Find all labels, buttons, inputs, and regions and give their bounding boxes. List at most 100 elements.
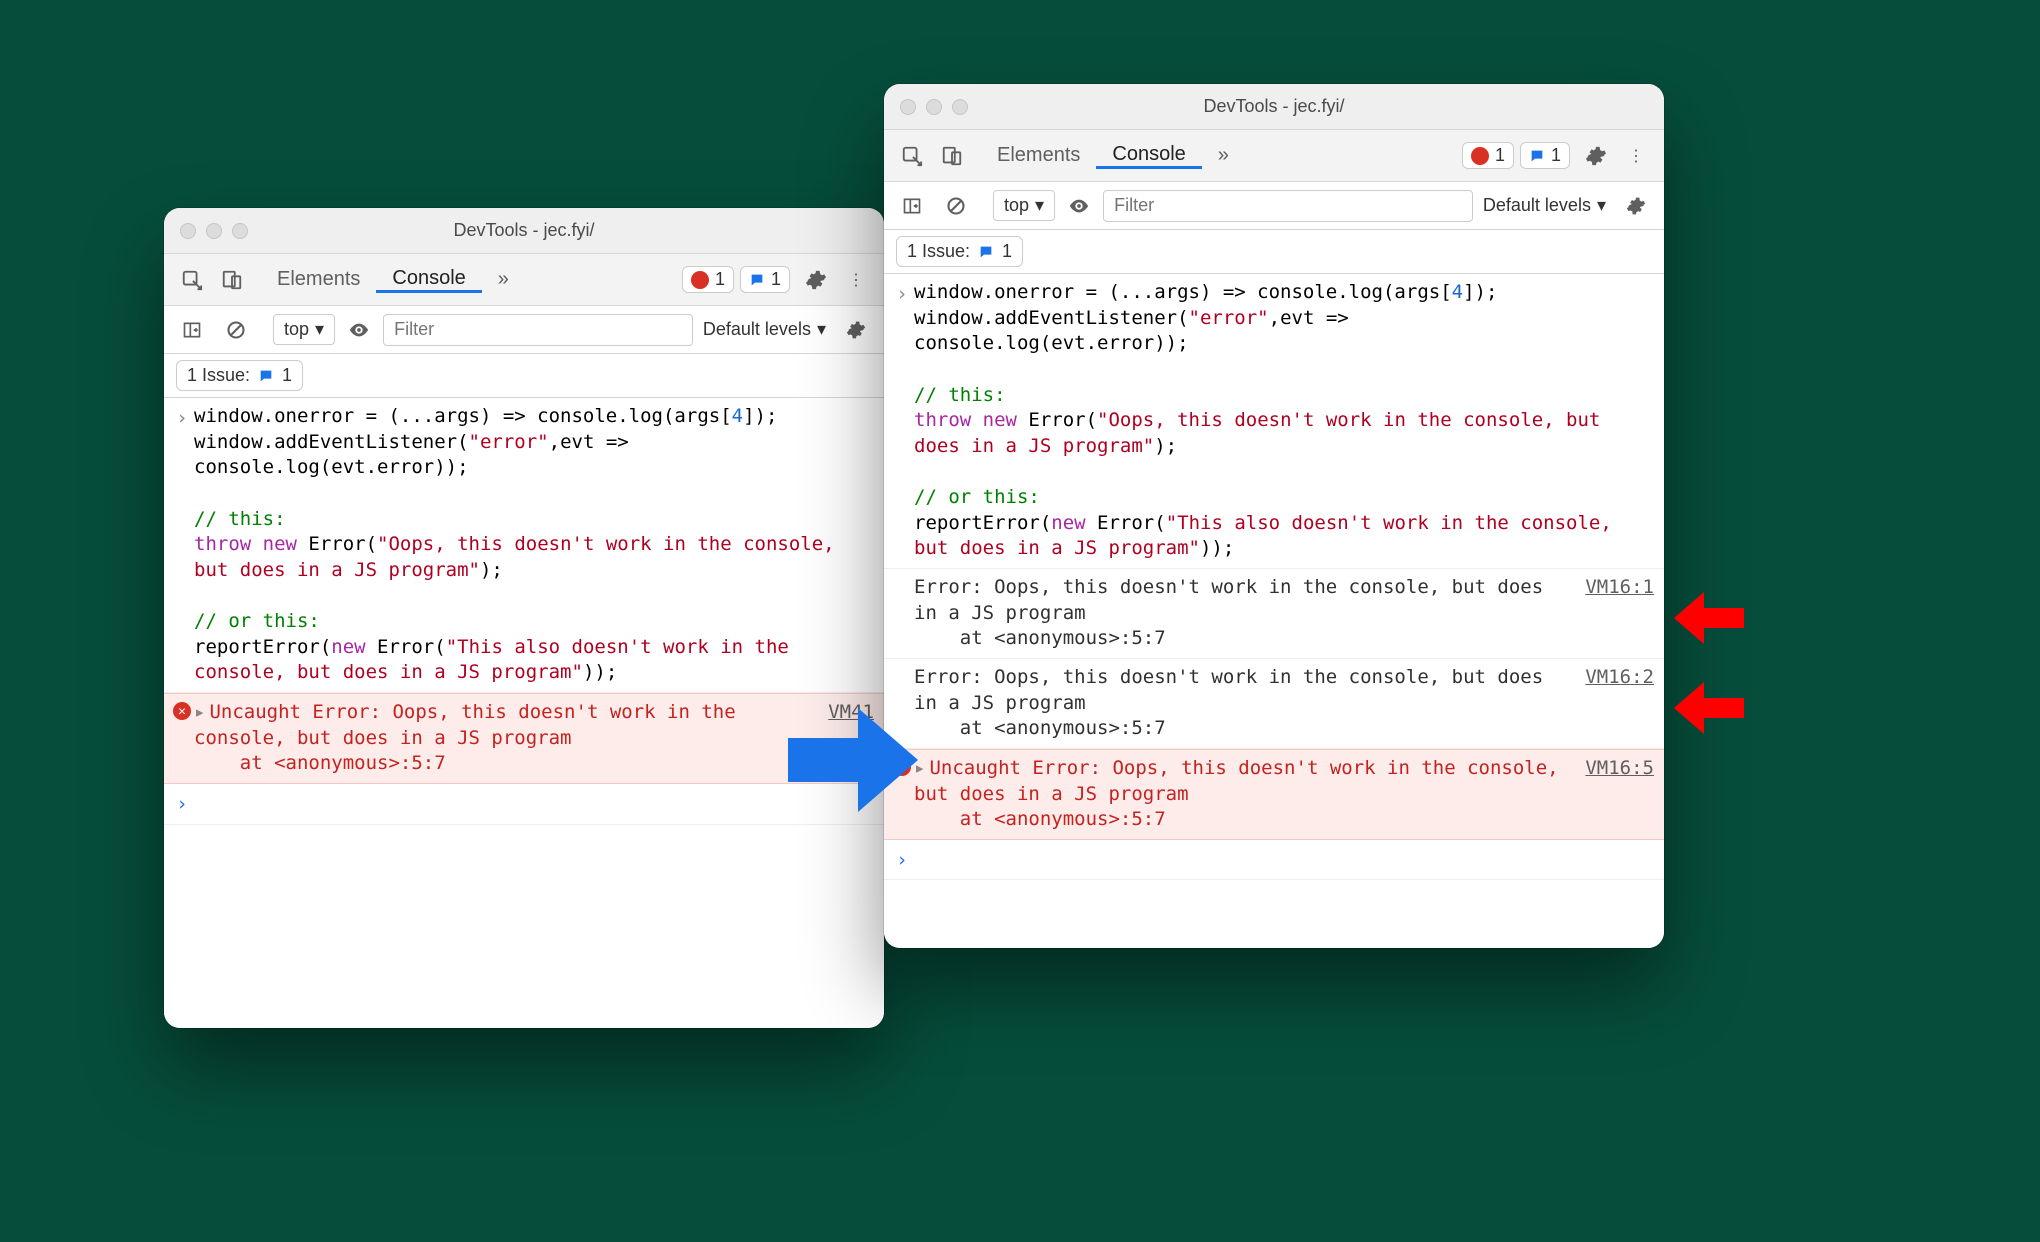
filter-input[interactable] — [1103, 190, 1473, 222]
chevron-down-icon: ▾ — [817, 319, 826, 340]
messages-badge[interactable]: 1 — [740, 266, 790, 293]
message-icon — [978, 244, 994, 260]
issues-chip[interactable]: 1 Issue: 1 — [176, 360, 303, 391]
code-comment: // this: — [914, 384, 1006, 406]
source-link[interactable]: VM16:1 — [1585, 575, 1654, 652]
tab-console[interactable]: Console — [376, 267, 481, 293]
settings-icon[interactable] — [796, 269, 836, 291]
chevron-down-icon: ▾ — [1597, 195, 1606, 216]
issues-bar: 1 Issue: 1 — [164, 354, 884, 398]
chevron-right-icon: › — [170, 790, 194, 818]
messages-badge[interactable]: 1 — [1520, 142, 1570, 169]
console-output[interactable]: › window.onerror = (...args) => console.… — [164, 398, 884, 1028]
filter-input[interactable] — [383, 314, 693, 346]
code: "error" — [1189, 307, 1269, 329]
code: ]); — [743, 405, 777, 427]
tab-elements[interactable]: Elements — [261, 268, 376, 291]
kebab-menu-icon[interactable]: ⋮ — [1616, 146, 1656, 166]
levels-label: Default levels — [1483, 195, 1591, 216]
code: )); — [583, 661, 617, 683]
errors-badge[interactable]: ✕ 1 — [682, 266, 734, 293]
code: new — [251, 533, 297, 555]
issues-chip[interactable]: 1 Issue: 1 — [896, 236, 1023, 267]
error-icon: ✕ — [173, 702, 191, 720]
console-toolbar: top▾ Default levels▾ — [164, 306, 884, 354]
code: reportError( — [194, 636, 331, 658]
show-sidebar-icon[interactable] — [172, 320, 212, 340]
console-error-row[interactable]: ✕ ▸Uncaught Error: Oops, this doesn't wo… — [884, 749, 1664, 840]
minimize-icon[interactable] — [206, 223, 222, 239]
code: console.log(evt.error)); — [914, 332, 1189, 354]
titlebar[interactable]: DevTools - jec.fyi/ — [164, 208, 884, 254]
tabs-overflow-icon[interactable]: » — [1202, 144, 1245, 167]
disclosure-triangle-icon[interactable]: ▸ — [194, 701, 205, 723]
issues-label: 1 Issue: — [187, 365, 250, 386]
errors-badge[interactable]: ✕ 1 — [1462, 142, 1514, 169]
code: new — [971, 409, 1017, 431]
device-toggle-icon[interactable] — [212, 269, 252, 291]
close-icon[interactable] — [180, 223, 196, 239]
console-log-row[interactable]: Error: Oops, this doesn't work in the co… — [884, 659, 1664, 749]
annotation-arrow-right-icon — [788, 700, 918, 820]
console-settings-icon[interactable] — [1616, 196, 1656, 216]
context-dropdown[interactable]: top▾ — [993, 190, 1055, 221]
code: Error( — [297, 533, 377, 555]
inspect-element-icon[interactable] — [892, 145, 932, 167]
panel-tabs: Elements Console » ✕ 1 1 ⋮ — [884, 130, 1664, 182]
minimize-icon[interactable] — [926, 99, 942, 115]
console-output[interactable]: › window.onerror = (...args) => console.… — [884, 274, 1664, 948]
issues-label: 1 Issue: — [907, 241, 970, 262]
error-icon: ✕ — [691, 271, 709, 289]
clear-console-icon[interactable] — [216, 320, 256, 340]
log-text: Error: Oops, this doesn't work in the co… — [914, 576, 1543, 624]
clear-console-icon[interactable] — [936, 196, 976, 216]
settings-icon[interactable] — [1576, 145, 1616, 167]
code: ); — [1154, 435, 1177, 457]
inspect-element-icon[interactable] — [172, 269, 212, 291]
code: window.addEventListener( — [914, 307, 1189, 329]
console-prompt[interactable]: › — [884, 840, 1664, 881]
panel-tabs: Elements Console » ✕ 1 1 ⋮ — [164, 254, 884, 306]
kebab-menu-icon[interactable]: ⋮ — [836, 270, 876, 290]
prompt-icon: › — [170, 404, 194, 686]
console-log-row[interactable]: Error: Oops, this doesn't work in the co… — [884, 569, 1664, 659]
titlebar[interactable]: DevTools - jec.fyi/ — [884, 84, 1664, 130]
devtools-window-after: DevTools - jec.fyi/ Elements Console » ✕… — [884, 84, 1664, 948]
device-toggle-icon[interactable] — [932, 145, 972, 167]
code: reportError( — [914, 512, 1051, 534]
zoom-icon[interactable] — [232, 223, 248, 239]
console-prompt[interactable]: › — [164, 784, 884, 825]
tabs-overflow-icon[interactable]: » — [482, 268, 525, 291]
log-levels-dropdown[interactable]: Default levels ▾ — [1477, 195, 1612, 216]
console-error-row[interactable]: ✕ ▸Uncaught Error: Oops, this doesn't wo… — [164, 693, 884, 784]
code: ,evt => — [1269, 307, 1349, 329]
log-levels-dropdown[interactable]: Default levels▾ — [697, 319, 832, 340]
console-toolbar: top▾ Default levels ▾ — [884, 182, 1664, 230]
log-text: Error: Oops, this doesn't work in the co… — [914, 666, 1543, 714]
window-title: DevTools - jec.fyi/ — [164, 220, 884, 241]
messages-count: 1 — [1551, 145, 1561, 166]
log-stack: at <anonymous>:5:7 — [914, 627, 1166, 649]
prompt-icon: › — [890, 280, 914, 562]
code: 4 — [732, 405, 743, 427]
tab-elements[interactable]: Elements — [981, 144, 1096, 167]
annotation-arrow-left-icon — [1674, 682, 1744, 734]
show-sidebar-icon[interactable] — [892, 196, 932, 216]
zoom-icon[interactable] — [952, 99, 968, 115]
tab-console[interactable]: Console — [1096, 143, 1201, 169]
context-dropdown[interactable]: top▾ — [273, 314, 335, 345]
source-link[interactable]: VM16:5 — [1585, 756, 1654, 833]
errors-count: 1 — [1495, 145, 1505, 166]
live-expression-icon[interactable] — [339, 319, 379, 341]
code-comment: // or this: — [194, 610, 320, 632]
window-title: DevTools - jec.fyi/ — [884, 96, 1664, 117]
source-link[interactable]: VM16:2 — [1585, 665, 1654, 742]
live-expression-icon[interactable] — [1059, 195, 1099, 217]
code: window.onerror = (...args) => console.lo… — [914, 281, 1452, 303]
code: window.addEventListener( — [194, 431, 469, 453]
console-settings-icon[interactable] — [836, 320, 876, 340]
close-icon[interactable] — [900, 99, 916, 115]
console-input-history: › window.onerror = (...args) => console.… — [884, 274, 1664, 569]
code: new — [331, 636, 365, 658]
code: throw — [194, 533, 251, 555]
